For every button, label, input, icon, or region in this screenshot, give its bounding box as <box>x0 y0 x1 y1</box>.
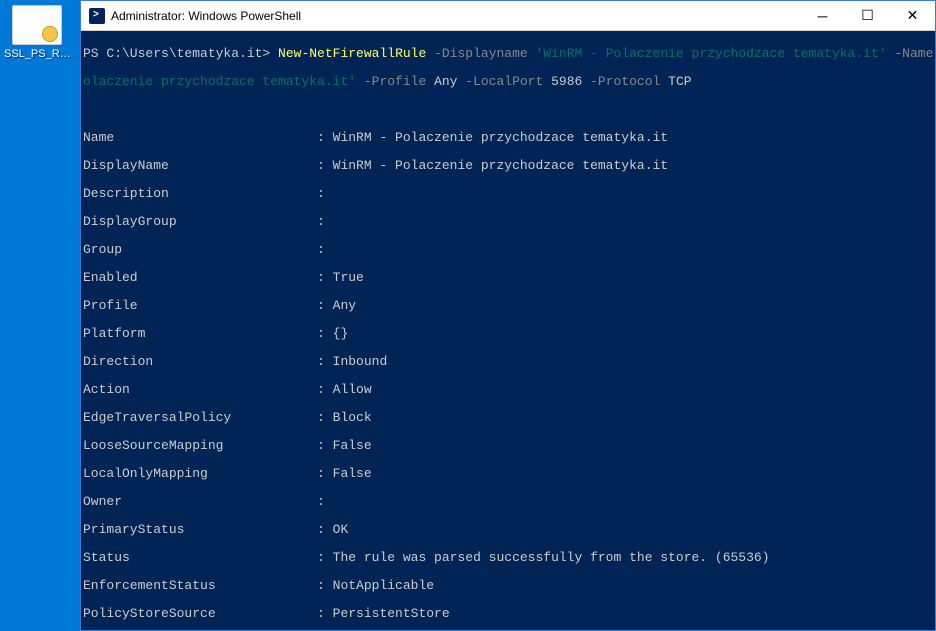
titlebar[interactable]: Administrator: Windows PowerShell ─ ☐ ✕ <box>81 1 935 31</box>
close-button[interactable]: ✕ <box>890 1 935 30</box>
result-primarystatus: PrimaryStatus : OK <box>83 523 933 537</box>
result-group: Group : <box>83 243 933 257</box>
result-displaygroup: DisplayGroup : <box>83 215 933 229</box>
powershell-icon <box>89 8 105 24</box>
prompt: PS C:\Users\tematyka.it> <box>83 46 278 61</box>
result-profile: Profile : Any <box>83 299 933 313</box>
result-action: Action : Allow <box>83 383 933 397</box>
result-status: Status : The rule was parsed successfull… <box>83 551 933 565</box>
result-localonly: LocalOnlyMapping : False <box>83 467 933 481</box>
window-title: Administrator: Windows PowerShell <box>111 9 800 23</box>
result-policystoresource: PolicyStoreSource : PersistentStore <box>83 607 933 621</box>
result-enabled: Enabled : True <box>83 271 933 285</box>
result-edgetraversal: EdgeTraversalPolicy : Block <box>83 411 933 425</box>
maximize-button[interactable]: ☐ <box>845 1 890 30</box>
result-platform: Platform : {} <box>83 327 933 341</box>
result-owner: Owner : <box>83 495 933 509</box>
certificate-icon <box>12 5 62 45</box>
desktop-icon-label: SSL_PS_Rem... <box>2 47 74 61</box>
desktop-cert-icon[interactable]: SSL_PS_Rem... <box>2 5 72 66</box>
cmd-new-netfirewallrule: New-NetFirewallRule <box>278 46 426 61</box>
terminal-output[interactable]: PS C:\Users\tematyka.it> New-NetFirewall… <box>81 31 935 630</box>
certificate-seal-icon <box>42 26 58 42</box>
result-enforcement: EnforcementStatus : NotApplicable <box>83 579 933 593</box>
minimize-button[interactable]: ─ <box>800 1 845 30</box>
result-name: Name : WinRM - Polaczenie przychodzace t… <box>83 131 933 145</box>
result-displayname: DisplayName : WinRM - Polaczenie przycho… <box>83 159 933 173</box>
result-description: Description : <box>83 187 933 201</box>
result-direction: Direction : Inbound <box>83 355 933 369</box>
result-loosesource: LooseSourceMapping : False <box>83 439 933 453</box>
powershell-window: Administrator: Windows PowerShell ─ ☐ ✕ … <box>80 0 936 631</box>
